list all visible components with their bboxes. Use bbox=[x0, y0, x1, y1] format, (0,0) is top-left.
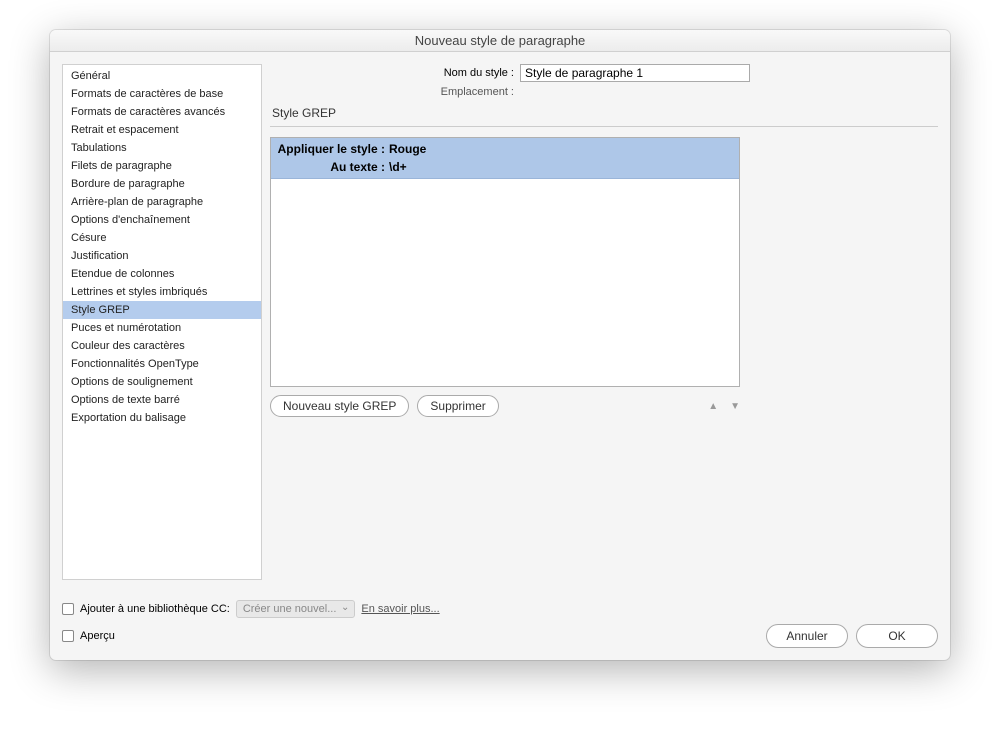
sidebar-item-paragraph-border[interactable]: Bordure de paragraphe bbox=[63, 175, 261, 193]
grep-style-entry[interactable]: Appliquer le style : Rouge Au texte : \d… bbox=[271, 138, 739, 179]
sidebar: Général Formats de caractères de base Fo… bbox=[62, 64, 262, 580]
paragraph-style-dialog: Nouveau style de paragraphe Général Form… bbox=[50, 30, 950, 660]
sidebar-item-advanced-char[interactable]: Formats de caractères avancés bbox=[63, 103, 261, 121]
sidebar-item-tabs[interactable]: Tabulations bbox=[63, 139, 261, 157]
cc-library-row: Ajouter à une bibliothèque CC: Créer une… bbox=[62, 600, 938, 618]
style-name-input[interactable] bbox=[520, 64, 750, 82]
grep-apply-value[interactable]: Rouge bbox=[389, 142, 426, 156]
delete-grep-style-button[interactable]: Supprimer bbox=[417, 395, 498, 417]
grep-text-row: Au texte : \d+ bbox=[271, 158, 739, 176]
sidebar-item-grep-style[interactable]: Style GREP bbox=[63, 301, 261, 319]
style-name-row: Nom du style : bbox=[270, 64, 938, 82]
preview-label: Aperçu bbox=[80, 630, 115, 642]
move-up-icon[interactable]: ▲ bbox=[708, 401, 718, 412]
ok-button[interactable]: OK bbox=[856, 624, 938, 648]
sidebar-item-basic-char[interactable]: Formats de caractères de base bbox=[63, 85, 261, 103]
sidebar-item-strikethrough[interactable]: Options de texte barré bbox=[63, 391, 261, 409]
upper-section: Général Formats de caractères de base Fo… bbox=[62, 64, 938, 580]
move-down-icon[interactable]: ▼ bbox=[730, 401, 740, 412]
reorder-arrows: ▲ ▼ bbox=[708, 401, 740, 412]
sidebar-item-drop-caps[interactable]: Lettrines et styles imbriqués bbox=[63, 283, 261, 301]
sidebar-item-underline[interactable]: Options de soulignement bbox=[63, 373, 261, 391]
learn-more-link[interactable]: En savoir plus... bbox=[361, 603, 439, 615]
grep-text-value[interactable]: \d+ bbox=[389, 160, 407, 174]
grep-apply-row: Appliquer le style : Rouge bbox=[271, 140, 739, 158]
dialog-buttons: Annuler OK bbox=[766, 624, 938, 648]
sidebar-item-paragraph-bg[interactable]: Arrière-plan de paragraphe bbox=[63, 193, 261, 211]
sidebar-item-keep-options[interactable]: Options d'enchaînement bbox=[63, 211, 261, 229]
preview-checkbox[interactable] bbox=[62, 630, 74, 642]
style-name-label: Nom du style : bbox=[270, 67, 520, 79]
cancel-button[interactable]: Annuler bbox=[766, 624, 848, 648]
panel-section-title: Style GREP bbox=[270, 106, 938, 120]
footer-section: Ajouter à une bibliothèque CC: Créer une… bbox=[62, 580, 938, 648]
sidebar-item-indent-spacing[interactable]: Retrait et espacement bbox=[63, 121, 261, 139]
bottom-row: Aperçu Annuler OK bbox=[62, 624, 938, 648]
sidebar-item-general[interactable]: Général bbox=[63, 67, 261, 85]
dialog-content: Général Formats de caractères de base Fo… bbox=[50, 52, 950, 660]
cc-library-select[interactable]: Créer une nouvel... bbox=[236, 600, 356, 618]
cc-library-label: Ajouter à une bibliothèque CC: bbox=[80, 603, 230, 615]
sidebar-item-justification[interactable]: Justification bbox=[63, 247, 261, 265]
grep-controls: Nouveau style GREP Supprimer ▲ ▼ bbox=[270, 395, 740, 417]
sidebar-item-bullets[interactable]: Puces et numérotation bbox=[63, 319, 261, 337]
new-grep-style-button[interactable]: Nouveau style GREP bbox=[270, 395, 409, 417]
dialog-title: Nouveau style de paragraphe bbox=[50, 30, 950, 52]
panel-divider bbox=[270, 126, 938, 127]
grep-apply-label: Appliquer le style : bbox=[277, 142, 389, 156]
location-row: Emplacement : bbox=[270, 86, 938, 98]
sidebar-item-hyphenation[interactable]: Césure bbox=[63, 229, 261, 247]
sidebar-item-char-color[interactable]: Couleur des caractères bbox=[63, 337, 261, 355]
preview-group: Aperçu bbox=[62, 630, 115, 642]
grep-style-list[interactable]: Appliquer le style : Rouge Au texte : \d… bbox=[270, 137, 740, 387]
location-label: Emplacement : bbox=[270, 86, 520, 98]
main-panel: Nom du style : Emplacement : Style GREP … bbox=[270, 64, 938, 580]
sidebar-item-export-tagging[interactable]: Exportation du balisage bbox=[63, 409, 261, 427]
sidebar-item-paragraph-rules[interactable]: Filets de paragraphe bbox=[63, 157, 261, 175]
cc-library-checkbox[interactable] bbox=[62, 603, 74, 615]
sidebar-item-opentype[interactable]: Fonctionnalités OpenType bbox=[63, 355, 261, 373]
grep-text-label: Au texte : bbox=[277, 160, 389, 174]
sidebar-item-span-columns[interactable]: Etendue de colonnes bbox=[63, 265, 261, 283]
